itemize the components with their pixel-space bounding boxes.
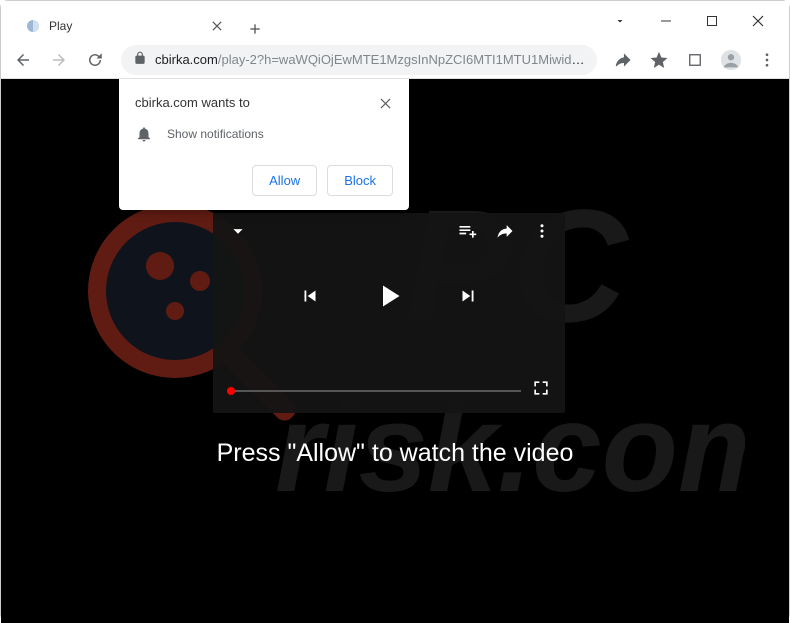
allow-button[interactable]: Allow (252, 165, 317, 196)
notification-close-button[interactable] (377, 95, 393, 111)
collapse-icon[interactable] (227, 220, 249, 247)
play-button[interactable] (371, 278, 407, 319)
progress-thumb[interactable] (227, 387, 235, 395)
share-icon[interactable] (607, 44, 639, 76)
browser-tab[interactable]: Play (15, 9, 235, 43)
block-button[interactable]: Block (327, 165, 393, 196)
window-minimize-button[interactable] (643, 5, 689, 37)
window-dropdown-icon[interactable] (597, 5, 643, 37)
previous-track-button[interactable] (299, 285, 321, 312)
tab-favicon-icon (25, 18, 41, 34)
notification-body-text: Show notifications (167, 127, 264, 141)
tab-title: Play (49, 19, 201, 33)
menu-button[interactable] (751, 44, 783, 76)
window-maximize-button[interactable] (689, 5, 735, 37)
page-content: PC risk.com cbirka.com wants to Show not… (1, 79, 789, 623)
new-tab-button[interactable] (241, 15, 269, 43)
allow-prompt-text: Press "Allow" to watch the video (1, 439, 789, 468)
notification-popup: cbirka.com wants to Show notifications A… (119, 79, 409, 210)
lock-icon (133, 51, 147, 68)
address-bar[interactable]: cbirka.com/play-2?h=waWQiOjEwMTE1MzgsInN… (121, 45, 597, 75)
more-icon[interactable] (533, 222, 551, 245)
bookmark-icon[interactable] (643, 44, 675, 76)
back-button[interactable] (7, 44, 39, 76)
window-close-button[interactable] (735, 5, 781, 37)
next-track-button[interactable] (457, 285, 479, 312)
share-video-icon[interactable] (495, 221, 515, 246)
reload-button[interactable] (79, 44, 111, 76)
progress-bar[interactable] (227, 390, 521, 392)
extensions-icon[interactable] (679, 44, 711, 76)
forward-button[interactable] (43, 44, 75, 76)
playlist-add-icon[interactable] (457, 221, 477, 246)
tab-close-button[interactable] (209, 18, 225, 34)
url-text: cbirka.com/play-2?h=waWQiOjEwMTE1MzgsInN… (155, 52, 585, 67)
bell-icon (135, 125, 153, 143)
profile-avatar[interactable] (715, 44, 747, 76)
video-player (213, 213, 565, 413)
fullscreen-button[interactable] (531, 378, 551, 403)
notification-title: cbirka.com wants to (135, 95, 250, 110)
